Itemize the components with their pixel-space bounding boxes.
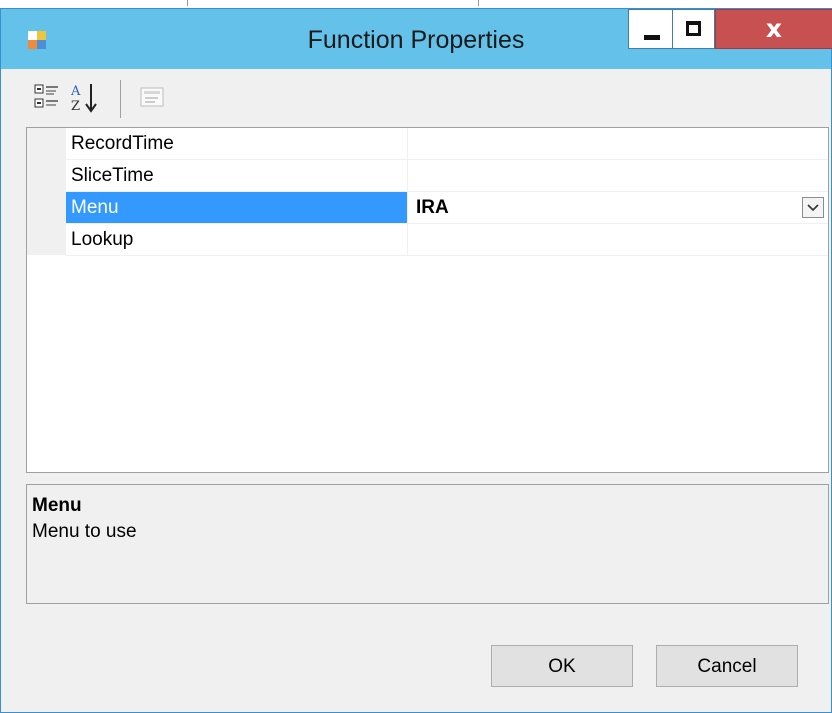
dialog-footer: OK Cancel bbox=[26, 605, 829, 705]
property-toolbar: A Z bbox=[26, 73, 829, 127]
description-text: Menu to use bbox=[32, 521, 137, 542]
svg-text:A: A bbox=[70, 84, 81, 99]
ok-button[interactable]: OK bbox=[491, 645, 633, 687]
description-title: Menu bbox=[32, 495, 82, 516]
property-value[interactable]: IRA bbox=[408, 192, 828, 223]
property-row-menu[interactable]: Menu IRA bbox=[66, 192, 828, 224]
alphabetical-sort-icon: A Z bbox=[70, 84, 97, 114]
description-pane: Menu Menu to use bbox=[26, 484, 829, 604]
maximize-button[interactable] bbox=[673, 9, 715, 49]
alphabetical-button[interactable]: A Z bbox=[69, 81, 99, 115]
property-value[interactable] bbox=[408, 224, 828, 255]
property-value[interactable] bbox=[408, 160, 828, 191]
property-value[interactable] bbox=[408, 128, 828, 159]
svg-text:Z: Z bbox=[71, 99, 80, 114]
property-pages-icon bbox=[140, 87, 164, 107]
dialog-window: Function Properties x A Z RecordTime Sli… bbox=[0, 8, 832, 713]
categorized-button[interactable] bbox=[32, 81, 62, 115]
property-name: RecordTime bbox=[66, 128, 408, 159]
property-name: Menu bbox=[66, 192, 408, 223]
toolbar-separator bbox=[120, 80, 121, 118]
close-icon: x bbox=[765, 14, 783, 43]
grid-gutter bbox=[27, 128, 66, 255]
property-row-recordtime[interactable]: RecordTime bbox=[66, 128, 828, 160]
minimize-button[interactable] bbox=[628, 9, 673, 49]
property-pages-button[interactable] bbox=[138, 81, 168, 115]
property-name: SliceTime bbox=[66, 160, 408, 191]
menu-dropdown-button[interactable] bbox=[802, 197, 824, 218]
property-name: Lookup bbox=[66, 224, 408, 255]
background-window-edge bbox=[187, 0, 479, 6]
property-row-lookup[interactable]: Lookup bbox=[66, 224, 828, 256]
property-grid: RecordTime SliceTime Menu IRA Lookup bbox=[26, 127, 829, 473]
categorized-icon bbox=[34, 84, 58, 108]
chevron-down-icon bbox=[807, 204, 819, 212]
cancel-button[interactable]: Cancel bbox=[656, 645, 798, 687]
property-row-slicetime[interactable]: SliceTime bbox=[66, 160, 828, 192]
maximize-icon bbox=[686, 21, 701, 36]
minimize-icon bbox=[644, 35, 660, 40]
close-button[interactable]: x bbox=[715, 9, 832, 49]
title-bar[interactable]: Function Properties x bbox=[1, 9, 832, 69]
